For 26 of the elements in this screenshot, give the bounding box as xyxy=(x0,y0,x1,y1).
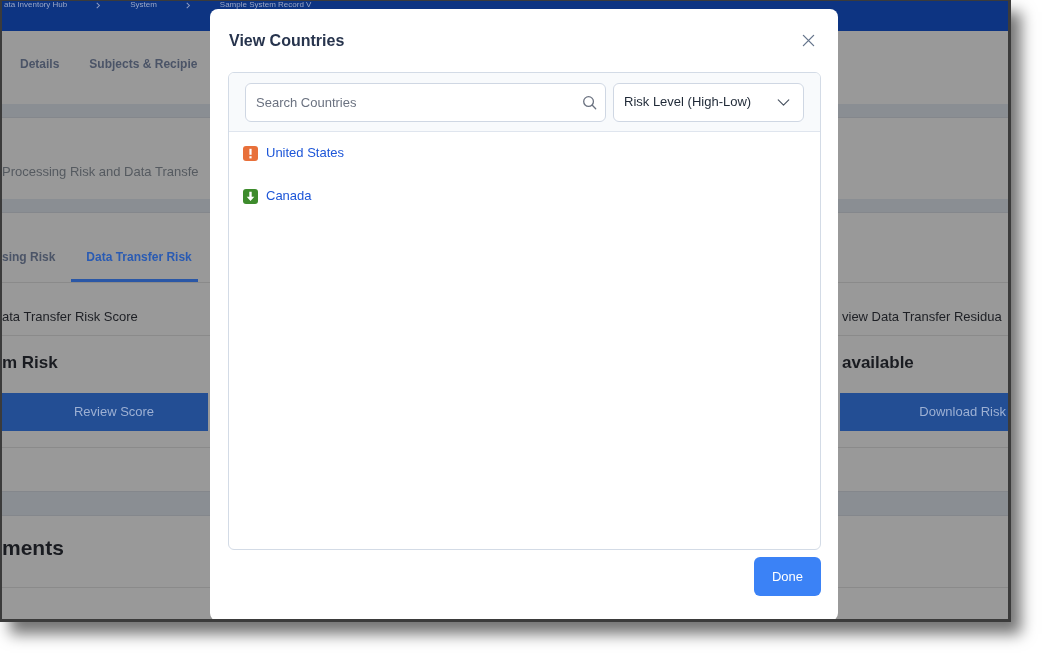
risk-tab[interactable]: Data Transfer Risk xyxy=(71,213,198,282)
score-value: available xyxy=(842,353,914,373)
close-icon[interactable] xyxy=(802,34,815,47)
breadcrumb-link[interactable]: ata Inventory Hub xyxy=(4,1,68,9)
dialog-title: View Countries xyxy=(229,30,345,51)
breadcrumb-link[interactable]: System xyxy=(130,1,157,9)
action-button[interactable]: Review Score xyxy=(2,393,208,431)
action-button[interactable]: Download Risk xyxy=(840,393,1008,431)
country-link[interactable]: Canada xyxy=(266,186,312,206)
page-tab[interactable]: Details xyxy=(20,52,60,75)
search-field[interactable]: Search Countries xyxy=(245,82,606,122)
search-icon xyxy=(582,94,597,110)
done-button[interactable]: Done xyxy=(754,557,821,596)
section-subtitle: Processing Risk and Data Transfe xyxy=(2,162,199,181)
score-value: m Risk xyxy=(2,353,58,373)
breadcrumb-link[interactable]: Sample System Record V xyxy=(219,1,312,9)
chevron-down-icon xyxy=(777,98,790,106)
score-label: ata Transfer Risk Score xyxy=(2,307,138,326)
risk-tab[interactable]: sing Risk xyxy=(2,213,72,282)
sort-dropdown[interactable]: Risk Level (High-Low) xyxy=(613,82,804,122)
chevron-icon xyxy=(184,2,192,9)
chevron-icon xyxy=(95,2,103,9)
country-link[interactable]: United States xyxy=(266,143,345,163)
page-tab[interactable]: Subjects & Recipie xyxy=(89,52,198,75)
section-heading: ments xyxy=(2,536,64,560)
score-label: view Data Transfer Residua xyxy=(842,307,1002,326)
